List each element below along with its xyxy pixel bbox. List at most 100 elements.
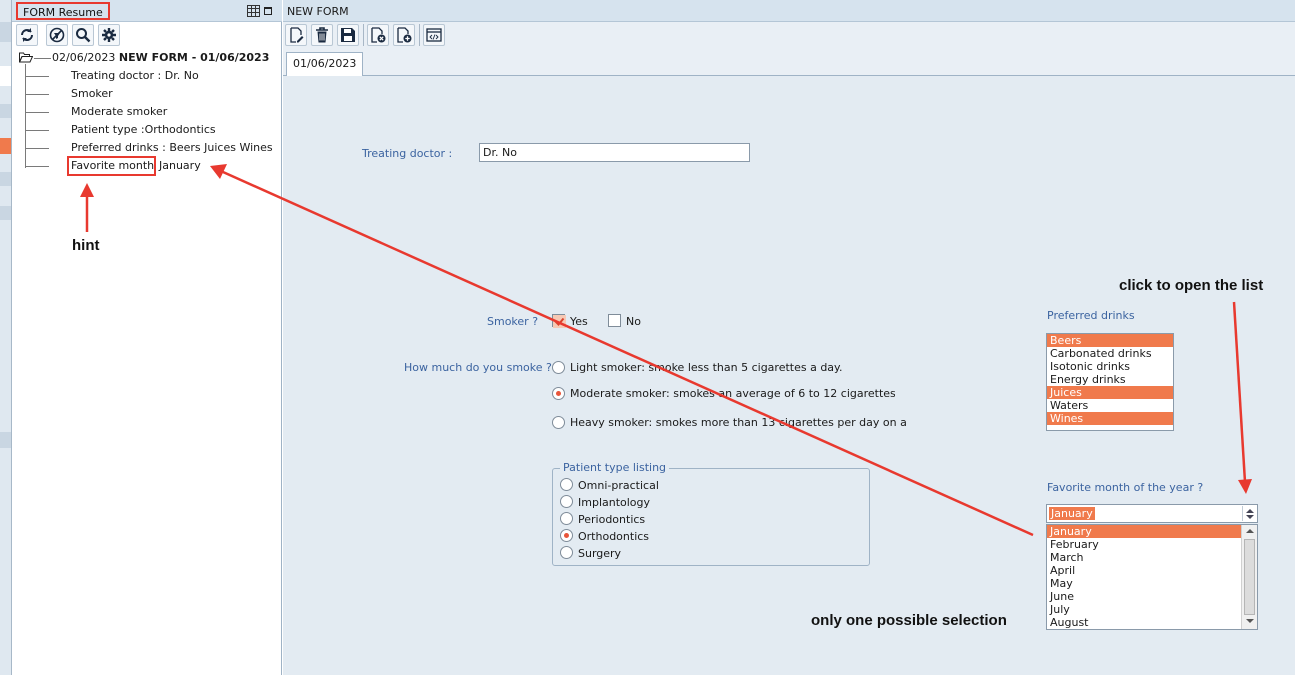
- tree-item-treating-doctor[interactable]: Treating doctor : Dr. No: [71, 69, 199, 82]
- scroll-down-icon[interactable]: [1246, 619, 1254, 623]
- moderate-smoker-radio[interactable]: [552, 387, 565, 400]
- save-icon: [341, 28, 355, 42]
- grid-icon[interactable]: [0, 432, 11, 448]
- tree-connector: [34, 58, 51, 59]
- patient-type-option: Implantology: [578, 496, 651, 509]
- preferred-drinks-listbox[interactable]: Beers Carbonated drinks Isotonic drinks …: [1046, 333, 1174, 431]
- annotation-hint: hint: [72, 237, 100, 254]
- checkmark-icon: [553, 315, 566, 328]
- code-window-icon: [426, 28, 442, 42]
- save-button[interactable]: [337, 24, 359, 46]
- drink-item-selected[interactable]: Juices: [1047, 386, 1173, 399]
- tree-connector: [25, 64, 26, 168]
- month-option[interactable]: July: [1047, 603, 1242, 616]
- tree-connector: [25, 130, 49, 131]
- strip-block-active[interactable]: [0, 138, 11, 154]
- drink-item-selected[interactable]: Beers: [1047, 334, 1173, 347]
- panel-title: FORM Resume: [16, 2, 110, 20]
- tree-item-preferred-drinks[interactable]: Preferred drinks : Beers Juices Wines: [71, 141, 273, 154]
- tab-date[interactable]: 01/06/2023: [286, 52, 364, 76]
- document-close-icon: [371, 27, 386, 43]
- settings-button[interactable]: [98, 24, 120, 46]
- favorite-month-combobox[interactable]: January: [1046, 504, 1258, 523]
- gear-icon: [102, 28, 116, 42]
- grid-view-icon[interactable]: [247, 5, 260, 17]
- month-option[interactable]: June: [1047, 590, 1242, 603]
- moderate-smoker-label: Moderate smoker: smokes an average of 6 …: [570, 387, 895, 400]
- tree-root[interactable]: 02/06/2023 NEW FORM - 01/06/2023: [52, 51, 269, 64]
- treating-doctor-input[interactable]: Dr. No: [479, 143, 750, 162]
- smoke-amount-label: How much do you smoke ?: [404, 361, 552, 374]
- month-option[interactable]: August: [1047, 616, 1242, 629]
- month-option[interactable]: April: [1047, 564, 1242, 577]
- favorite-month-label: Favorite month of the year ?: [1047, 481, 1204, 494]
- search-button[interactable]: [72, 24, 94, 46]
- dropdown-scrollbar[interactable]: [1241, 525, 1257, 629]
- patient-type-option: Orthodontics: [578, 530, 650, 543]
- patient-type-option: Surgery: [578, 547, 622, 560]
- patient-type-option: Periodontics: [578, 513, 646, 526]
- tree-item-patient-type[interactable]: Patient type :Orthodontics: [71, 123, 216, 136]
- month-option-selected[interactable]: January: [1047, 525, 1242, 538]
- chevron-up-icon: [1245, 508, 1254, 513]
- heavy-smoker-radio[interactable]: [552, 416, 565, 429]
- drink-item[interactable]: Carbonated drinks: [1047, 347, 1173, 360]
- annotation-one-selection: only one possible selection: [811, 612, 1007, 629]
- patient-type-radio-selected[interactable]: [560, 529, 573, 542]
- preferred-drinks-label: Preferred drinks: [1047, 309, 1135, 322]
- tab-row: 01/06/2023: [283, 48, 1295, 76]
- view-source-button[interactable]: [423, 24, 445, 46]
- annotation-click-to-open: click to open the list: [1119, 277, 1264, 294]
- filter-off-button[interactable]: [46, 24, 68, 46]
- combo-spin-button[interactable]: [1242, 506, 1256, 521]
- tree-root-label: NEW FORM - 01/06/2023: [118, 51, 270, 64]
- refresh-icon: [21, 28, 33, 42]
- tree-item-favorite-month[interactable]: Favorite month: [71, 159, 154, 172]
- panel-title-bar: NEW FORM: [283, 0, 1295, 22]
- smoker-yes-checkbox[interactable]: [552, 314, 566, 328]
- delete-button[interactable]: [311, 24, 333, 46]
- drink-item[interactable]: Energy drinks: [1047, 373, 1173, 386]
- smoker-no-checkbox[interactable]: [608, 314, 621, 327]
- strip-block: [0, 22, 11, 42]
- patient-type-radio[interactable]: [560, 546, 573, 559]
- patient-type-radio[interactable]: [560, 495, 573, 508]
- maximize-icon[interactable]: [264, 7, 272, 15]
- scroll-up-icon[interactable]: [1246, 529, 1254, 533]
- scrollbar-thumb[interactable]: [1244, 539, 1255, 615]
- patient-type-legend: Patient type listing: [560, 461, 670, 474]
- drink-item[interactable]: Waters: [1047, 399, 1173, 412]
- close-document-button[interactable]: [367, 24, 389, 46]
- tree-connector: [25, 94, 49, 95]
- patient-type-radio[interactable]: [560, 512, 573, 525]
- folder-open-icon[interactable]: [18, 52, 34, 63]
- smoker-no-label: No: [626, 315, 641, 328]
- combo-value: January: [1049, 507, 1095, 520]
- light-smoker-label: Light smoker: smoke less than 5 cigarett…: [570, 361, 843, 374]
- panel-title-bar: FORM Resume: [12, 0, 282, 22]
- search-icon: [76, 28, 91, 43]
- tree-connector: [25, 76, 49, 77]
- tree-item-moderate-smoker[interactable]: Moderate smoker: [71, 105, 167, 118]
- month-option[interactable]: May: [1047, 577, 1242, 590]
- panel-title: NEW FORM: [287, 5, 349, 18]
- left-edge-strip: [0, 0, 12, 675]
- no-filter-icon: [49, 27, 65, 43]
- tree-item-smoker[interactable]: Smoker: [71, 87, 113, 100]
- edit-document-icon: [290, 27, 304, 43]
- chevron-down-icon: [1245, 514, 1254, 519]
- smoker-label: Smoker ?: [487, 315, 539, 328]
- refresh-button[interactable]: [16, 24, 38, 46]
- add-document-button[interactable]: [393, 24, 415, 46]
- patient-type-radio[interactable]: [560, 478, 573, 491]
- month-option[interactable]: March: [1047, 551, 1242, 564]
- document-add-icon: [397, 27, 412, 43]
- drink-item-selected[interactable]: Wines: [1047, 412, 1173, 425]
- edit-button[interactable]: [285, 24, 307, 46]
- tree-root-date: 02/06/2023: [52, 51, 116, 64]
- month-option[interactable]: February: [1047, 538, 1242, 551]
- drink-item[interactable]: Isotonic drinks: [1047, 360, 1173, 373]
- light-smoker-radio[interactable]: [552, 361, 565, 374]
- treating-doctor-label: Treating doctor :: [362, 147, 453, 160]
- favorite-month-dropdown-list[interactable]: January February March April May June Ju…: [1046, 524, 1258, 630]
